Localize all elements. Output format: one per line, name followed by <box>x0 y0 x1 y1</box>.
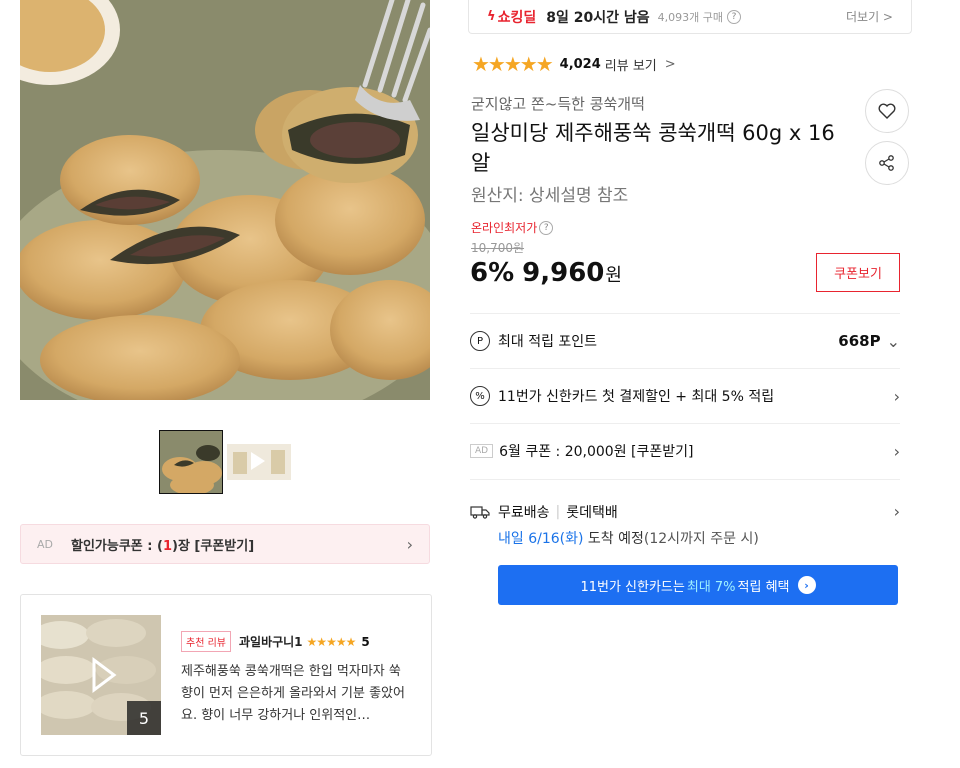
chevron-right-icon: › <box>893 502 900 521</box>
help-icon[interactable]: ? <box>539 220 554 235</box>
review-count: 4,024 <box>559 56 601 72</box>
rating-summary[interactable]: ★★★★★ 4,024 리뷰 보기 > <box>472 52 676 76</box>
card-discount-row[interactable]: % 11번가 신한카드 첫 결제할인 + 최대 5% 적립 › <box>470 368 900 423</box>
thumbnail-photo[interactable] <box>159 430 223 494</box>
help-icon[interactable]: ? <box>726 9 741 24</box>
max-points-row[interactable]: P 최대 적립 포인트 668P ⌄ <box>470 313 900 368</box>
points-icon: P <box>470 331 490 351</box>
sale-price: 6% 9,960 원 <box>470 258 622 288</box>
truck-icon <box>470 506 490 519</box>
shinhan-card-banner[interactable]: 11번가 신한카드는 최대 7% 적립 혜택 › <box>498 565 898 605</box>
review-link[interactable]: 리뷰 보기 <box>605 55 657 74</box>
product-subtitle: 굳지않고 쫀~득한 콩쑥개떡 <box>471 95 645 113</box>
chevron-down-icon: ⌄ <box>886 331 900 351</box>
original-price: 10,700원 <box>471 241 525 255</box>
review-text: 제주해풍쑥 콩쑥개떡은 한입 먹자마자 쑥 향이 먼저 은은하게 올라와서 기분… <box>181 664 405 723</box>
product-title: 일상미당 제주해풍쑥 콩쑥개떡 60g x 16알 <box>471 121 835 175</box>
chevron-right-icon: › <box>406 534 413 554</box>
product-main-image[interactable] <box>20 0 430 400</box>
deal-sold-count: 4,093개 구매 <box>657 10 723 24</box>
june-coupon-row[interactable]: AD 6월 쿠폰 : 20,000원 [쿠폰받기] › <box>470 423 900 478</box>
rating-stars: ★★★★★ <box>472 52 554 76</box>
review-video-thumbnail[interactable]: 5 <box>41 615 161 735</box>
chevron-right-icon: > <box>664 56 676 72</box>
view-coupon-button[interactable]: 쿠폰보기 <box>816 253 900 292</box>
thumbnail-video[interactable] <box>227 444 291 480</box>
card-banner-prefix: 11번가 신한카드는 <box>580 579 685 595</box>
reviewer-name: 과일바구니1 <box>238 635 303 649</box>
coupon-text: 할인가능쿠폰 : (1)장 [쿠폰받기] <box>71 538 255 554</box>
deal-time-remaining: 8일 20시간 남음 <box>546 9 650 26</box>
delivery-date: 내일 6/16(화) <box>498 531 584 547</box>
price-unit: 원 <box>605 265 622 286</box>
wishlist-button[interactable] <box>865 89 909 133</box>
ad-label: AD <box>470 444 494 458</box>
share-button[interactable] <box>865 141 909 185</box>
shipping-row[interactable]: 무료배송 | 롯데택배 내일 6/16(화) 도착 예정(12시까지 주문 시)… <box>470 479 900 549</box>
card-discount-label: 11번가 신한카드 첫 결제할인 + 최대 5% 적립 <box>498 389 775 405</box>
product-origin: 원산지: 상세설명 참조 <box>471 186 629 206</box>
chevron-right-icon: › <box>893 386 900 406</box>
delivery-estimate: 내일 6/16(화) 도착 예정(12시까지 주문 시) <box>498 528 759 548</box>
recommended-review-card[interactable]: 5 추천 리뷰 과일바구니1 ★★★★★ 5 제주해풍쑥 콩쑥개떡은 한입 먹자… <box>20 594 432 756</box>
recommended-badge: 추천 리뷰 <box>181 631 231 652</box>
discount-rate: 6% <box>470 258 515 288</box>
deal-label: 쇼킹딜 <box>497 9 537 26</box>
percent-icon: % <box>470 386 490 406</box>
points-value: 668P <box>838 332 881 350</box>
thumbnail-strip <box>159 430 291 494</box>
review-score: 5 <box>361 634 370 649</box>
price-value: 9,960 <box>522 258 605 288</box>
play-icon <box>251 452 265 470</box>
bolt-icon: ϟ <box>487 9 496 24</box>
heart-icon <box>878 103 896 119</box>
shocking-deal-bar: ϟ 쇼킹딜 8일 20시간 남음 4,093개 구매 ? 더보기 > <box>468 0 912 34</box>
card-banner-suffix: 적립 혜택 <box>737 579 790 595</box>
card-banner-highlight: 최대 7% <box>686 579 736 595</box>
june-coupon-label: 6월 쿠폰 : 20,000원 [쿠폰받기] <box>499 444 694 460</box>
shipping-info: 무료배송 | 롯데택배 <box>470 502 618 522</box>
carrier-label: 롯데택배 <box>566 505 618 521</box>
lowest-price-label: 온라인최저가 ? <box>471 219 554 236</box>
review-photo-count: 5 <box>127 701 161 735</box>
divider: | <box>555 504 561 520</box>
points-label: 최대 적립 포인트 <box>498 334 598 350</box>
discount-coupon-banner[interactable]: AD 할인가능쿠폰 : (1)장 [쿠폰받기] › <box>20 524 430 564</box>
deal-more-link[interactable]: 더보기 > <box>846 8 893 25</box>
ad-label: AD <box>37 537 53 551</box>
free-shipping-label: 무료배송 <box>498 505 550 521</box>
share-icon <box>879 155 894 171</box>
chevron-right-icon: › <box>893 441 900 461</box>
arrival-label: 도착 예정 <box>587 531 644 547</box>
review-stars: ★★★★★ <box>306 634 357 649</box>
order-deadline-note: (12시까지 주문 시) <box>643 531 759 547</box>
review-meta: 추천 리뷰 과일바구니1 ★★★★★ 5 <box>181 631 370 652</box>
arrow-right-icon: › <box>797 576 816 594</box>
